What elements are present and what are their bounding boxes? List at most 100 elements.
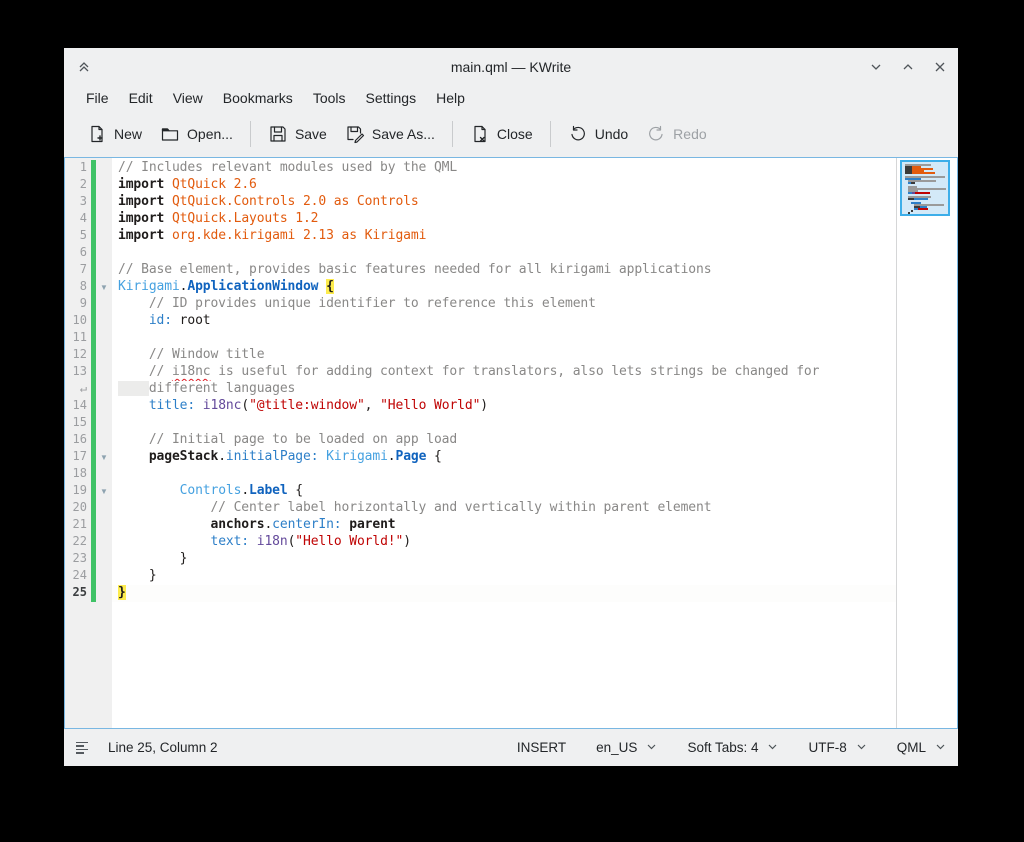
- code-text: Controls.Label {: [112, 483, 896, 500]
- code-line[interactable]: 17▼ pageStack.initialPage: Kirigami.Page…: [65, 449, 896, 466]
- menu-view[interactable]: View: [163, 88, 213, 108]
- code-line[interactable]: 5import org.kde.kirigami 2.13 as Kirigam…: [65, 228, 896, 245]
- line-number: 21: [65, 517, 91, 534]
- minimize-icon[interactable]: [868, 59, 884, 75]
- menu-help[interactable]: Help: [426, 88, 475, 108]
- toolbar: New Open... SaveSave As... Close Undo Redo: [64, 110, 958, 157]
- code-line[interactable]: 10 id: root: [65, 313, 896, 330]
- code-line[interactable]: 15: [65, 415, 896, 432]
- statusbar-item-label: QML: [897, 740, 926, 755]
- show-lines-icon[interactable]: [76, 742, 92, 754]
- code-text: import QtQuick 2.6: [112, 177, 896, 194]
- open-folder-icon: [160, 124, 180, 144]
- editor-area[interactable]: 1 // Includes relevant modules used by th…: [64, 157, 958, 729]
- fold-marker-icon[interactable]: ▼: [96, 279, 112, 296]
- code-line[interactable]: 2import QtQuick 2.6: [65, 177, 896, 194]
- wrap-indent-fill: [118, 381, 149, 396]
- toolbar-button-label: Open...: [187, 126, 233, 142]
- code-line[interactable]: 16 // Initial page to be loaded on app l…: [65, 432, 896, 449]
- close-icon[interactable]: [932, 59, 948, 75]
- undo-button[interactable]: Undo: [559, 118, 637, 150]
- statusbar-input-mode[interactable]: INSERT: [517, 740, 566, 755]
- statusbar: Line 25, Column 2 INSERT en_US Soft Tabs: …: [64, 729, 958, 766]
- code-text: // Initial page to be loaded on app load: [112, 432, 896, 449]
- statusbar-syntax-mode[interactable]: QML: [897, 740, 946, 755]
- code-line[interactable]: 1 // Includes relevant modules used by th…: [65, 160, 896, 177]
- statusbar-encoding[interactable]: UTF-8: [808, 740, 866, 755]
- fold-cell: [96, 364, 112, 381]
- minimap-visible-region[interactable]: [900, 160, 950, 216]
- code-line[interactable]: 19▼ Controls.Label {: [65, 483, 896, 500]
- saveas-button[interactable]: Save As...: [336, 118, 444, 150]
- toolbar-button-label: Redo: [673, 126, 706, 142]
- code-text: // ID provides unique identifier to refe…: [112, 296, 896, 313]
- code-line[interactable]: 20 // Center label horizontally and vert…: [65, 500, 896, 517]
- code-line[interactable]: 8▼Kirigami.ApplicationWindow {: [65, 279, 896, 296]
- code-line[interactable]: 12 // Window title: [65, 347, 896, 364]
- close-document-icon: [470, 124, 490, 144]
- code-line[interactable]: 9 // ID provides unique identifier to re…: [65, 296, 896, 313]
- fold-marker-icon[interactable]: ▼: [96, 483, 112, 500]
- toolbar-separator: [550, 121, 551, 147]
- menu-settings[interactable]: Settings: [356, 88, 427, 108]
- code-line[interactable]: ↵ different languages: [65, 381, 896, 398]
- code-line[interactable]: 3import QtQuick.Controls 2.0 as Controls: [65, 194, 896, 211]
- code-line[interactable]: 4import QtQuick.Layouts 1.2: [65, 211, 896, 228]
- redo-button[interactable]: Redo: [637, 118, 715, 150]
- line-number: 6: [65, 245, 91, 262]
- code-line[interactable]: 11: [65, 330, 896, 347]
- undo-icon: [568, 124, 588, 144]
- open-button[interactable]: Open...: [151, 118, 242, 150]
- line-number: 1: [65, 160, 91, 177]
- line-number: 3: [65, 194, 91, 211]
- maximize-icon[interactable]: [900, 59, 916, 75]
- menu-file[interactable]: File: [76, 88, 119, 108]
- menu-edit[interactable]: Edit: [119, 88, 163, 108]
- statusbar-tab-settings[interactable]: Soft Tabs: 4: [687, 740, 778, 755]
- code-line[interactable]: 25}: [65, 585, 896, 602]
- code-line[interactable]: 14 title: i18nc("@title:window", "Hello …: [65, 398, 896, 415]
- line-number: 17: [65, 449, 91, 466]
- line-number: 4: [65, 211, 91, 228]
- save-button[interactable]: Save: [259, 118, 336, 150]
- fold-cell: [96, 551, 112, 568]
- toolbar-button-label: New: [114, 126, 142, 142]
- menu-bookmarks[interactable]: Bookmarks: [213, 88, 303, 108]
- line-number: 10: [65, 313, 91, 330]
- minimap-scrollbar[interactable]: [896, 158, 957, 728]
- new-button[interactable]: New: [78, 118, 151, 150]
- code-text: [112, 245, 896, 262]
- fold-cell: [96, 194, 112, 211]
- code-text: different languages: [112, 381, 896, 398]
- code-line[interactable]: 21 anchors.centerIn: parent: [65, 517, 896, 534]
- code-line[interactable]: 7// Base element, provides basic feature…: [65, 262, 896, 279]
- code-text: // Includes relevant modules used by the…: [112, 160, 896, 177]
- fold-marker-icon[interactable]: ▼: [96, 449, 112, 466]
- fold-cell: [96, 330, 112, 347]
- statusbar-item-label: en_US: [596, 740, 637, 755]
- code-text: // i18nc is useful for adding context fo…: [112, 364, 896, 381]
- code-line[interactable]: 13 // i18nc is useful for adding context…: [65, 364, 896, 381]
- code-text: // Center label horizontally and vertica…: [112, 500, 896, 517]
- code-line[interactable]: 23 }: [65, 551, 896, 568]
- statusbar-dictionary[interactable]: en_US: [596, 740, 657, 755]
- fold-cell: [96, 347, 112, 364]
- fold-cell: [96, 381, 112, 398]
- chevron-down-icon: [646, 740, 657, 755]
- fold-cell: [96, 534, 112, 551]
- fold-cell: [96, 313, 112, 330]
- code-line[interactable]: 22 text: i18n("Hello World!"): [65, 534, 896, 551]
- code-line[interactable]: 18: [65, 466, 896, 483]
- titlebar[interactable]: main.qml — KWrite: [64, 48, 958, 86]
- save-icon: [268, 124, 288, 144]
- close-button[interactable]: Close: [461, 118, 542, 150]
- shade-icon[interactable]: [76, 59, 92, 75]
- code-line[interactable]: 6: [65, 245, 896, 262]
- menubar: FileEditViewBookmarksToolsSettingsHelp: [64, 86, 958, 110]
- fold-cell: [96, 415, 112, 432]
- code-line[interactable]: 24 }: [65, 568, 896, 585]
- cursor-position[interactable]: Line 25, Column 2: [108, 740, 218, 755]
- menu-tools[interactable]: Tools: [303, 88, 356, 108]
- code-text: title: i18nc("@title:window", "Hello Wor…: [112, 398, 896, 415]
- fold-cell: [96, 517, 112, 534]
